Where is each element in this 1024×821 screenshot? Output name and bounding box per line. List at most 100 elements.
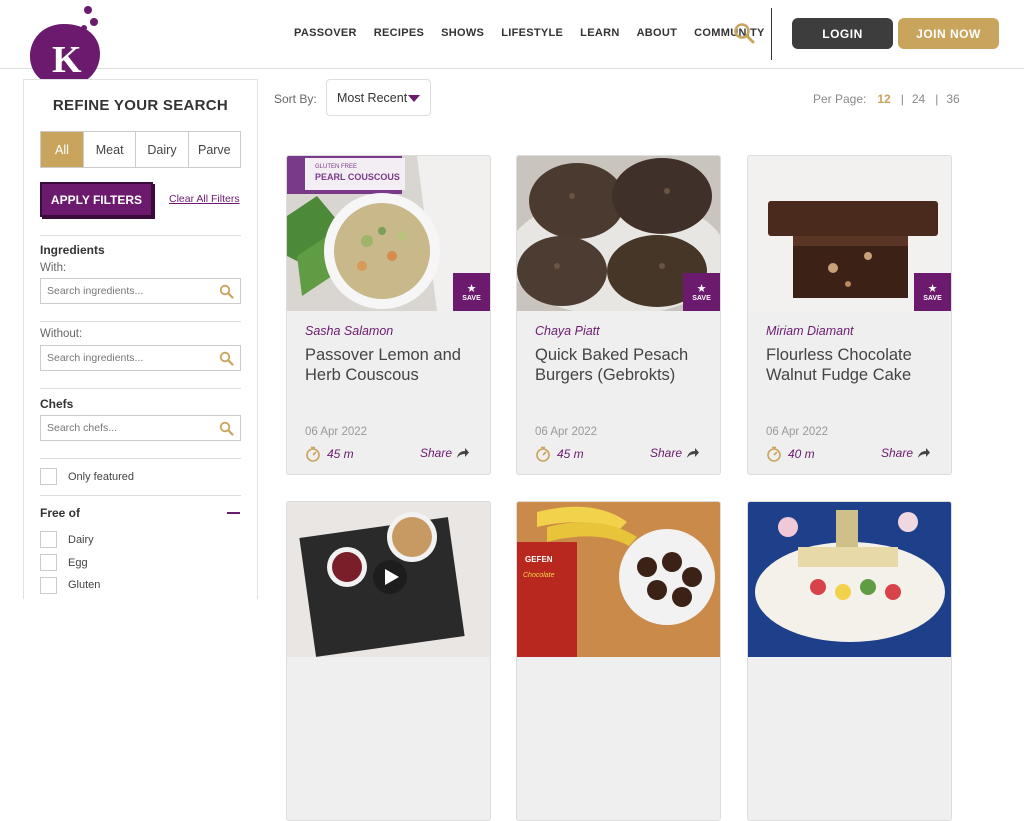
- recipe-title[interactable]: Passover Lemon and Herb Couscous: [305, 345, 485, 385]
- free-of-gluten-label: Gluten: [68, 579, 101, 591]
- with-placeholder: Search ingredients...: [47, 285, 144, 297]
- share-button[interactable]: Share: [881, 446, 931, 460]
- logo-letter: K: [52, 39, 82, 81]
- divider: [40, 458, 241, 459]
- login-button[interactable]: LOGIN: [792, 18, 893, 49]
- collapse-icon[interactable]: [227, 512, 240, 514]
- nav-about[interactable]: ABOUT: [637, 27, 678, 39]
- search-icon[interactable]: [219, 351, 234, 366]
- chefs-input[interactable]: Search chefs...: [40, 415, 241, 441]
- recipe-image-salad-platter[interactable]: [748, 502, 952, 657]
- chevron-down-icon: [408, 95, 420, 102]
- without-label: Without:: [40, 328, 83, 340]
- sort-select[interactable]: Most Recent: [326, 79, 431, 116]
- package-text: PEARL COUSCOUS: [315, 172, 400, 182]
- save-label: SAVE: [923, 294, 942, 302]
- main-nav: PASSOVER RECIPES SHOWS LIFESTYLE LEARN A…: [294, 27, 782, 39]
- header-divider: [771, 8, 772, 60]
- segment-dairy[interactable]: Dairy: [135, 132, 187, 167]
- per-page-24[interactable]: 24: [912, 92, 925, 106]
- share-arrow-icon: [687, 448, 699, 458]
- share-button[interactable]: Share: [420, 446, 470, 460]
- with-ingredients-input[interactable]: Search ingredients...: [40, 278, 241, 304]
- recipe-card[interactable]: ★ SAVE Miriam Diamant Flourless Chocolate…: [747, 155, 952, 475]
- recipe-date: 06 Apr 2022: [305, 426, 368, 438]
- share-label: Share: [419, 446, 452, 460]
- recipe-card[interactable]: ★ SAVE Chaya Piatt Quick Baked Pesach Bur…: [516, 155, 721, 475]
- chefs-placeholder: Search chefs...: [47, 422, 118, 434]
- divider: [40, 321, 241, 322]
- per-page-12[interactable]: 12: [877, 92, 890, 106]
- share-arrow-icon: [457, 448, 469, 458]
- featured-checkbox[interactable]: [40, 468, 57, 485]
- timer-icon: [536, 446, 550, 462]
- free-of-dairy-label: Dairy: [68, 534, 94, 546]
- cook-time-value: 45 m: [327, 447, 354, 461]
- site-header: K PASSOVER RECIPES SHOWS LIFESTYLE LEARN…: [0, 0, 1024, 92]
- divider: [40, 235, 241, 236]
- recipe-card[interactable]: [747, 501, 952, 821]
- package-text: GLUTEN FREE: [315, 164, 357, 170]
- nav-lifestyle[interactable]: LIFESTYLE: [501, 27, 563, 39]
- save-label: SAVE: [462, 294, 481, 302]
- share-button[interactable]: Share: [650, 446, 700, 460]
- recipe-card[interactable]: GEFEN Chocolate: [516, 501, 721, 821]
- without-ingredients-input[interactable]: Search ingredients...: [40, 345, 241, 371]
- search-icon[interactable]: [219, 284, 234, 299]
- sidebar-title: REFINE YOUR SEARCH: [52, 97, 229, 114]
- recipe-card[interactable]: GLUTEN FREE PEARL COUSCOUS ★ SAVE Sasha S…: [286, 155, 491, 475]
- timer-icon: [306, 446, 320, 462]
- package-text: Chocolate: [523, 572, 555, 579]
- sort-value: Most Recent: [337, 90, 408, 105]
- save-button[interactable]: ★ SAVE: [683, 273, 720, 311]
- share-label: Share: [649, 446, 682, 460]
- star-icon: ★: [466, 282, 477, 295]
- per-page-36[interactable]: 36: [946, 92, 959, 106]
- chef-name[interactable]: Sasha Salamon: [305, 324, 393, 338]
- star-icon: ★: [696, 282, 707, 295]
- divider: [40, 495, 241, 496]
- chef-name[interactable]: Miriam Diamant: [766, 324, 854, 338]
- share-label: Share: [880, 446, 913, 460]
- featured-label: Only featured: [68, 471, 135, 483]
- cook-time-value: 45 m: [557, 447, 584, 461]
- recipe-image-nuts-board[interactable]: [287, 502, 491, 657]
- search-icon[interactable]: [219, 421, 234, 436]
- save-label: SAVE: [692, 294, 711, 302]
- per-page-control: Per Page: 12 | 24 | 36: [813, 92, 960, 106]
- sort-by-label: Sort By:: [274, 92, 317, 106]
- segment-meat[interactable]: Meat: [83, 132, 135, 167]
- recipe-title[interactable]: Quick Baked Pesach Burgers (Gebrokts): [535, 345, 715, 385]
- with-label: With:: [40, 262, 67, 274]
- nav-learn[interactable]: LEARN: [580, 27, 619, 39]
- nav-shows[interactable]: SHOWS: [441, 27, 484, 39]
- save-button[interactable]: ★ SAVE: [453, 273, 490, 311]
- recipe-card[interactable]: [286, 501, 491, 821]
- chefs-heading: Chefs: [40, 397, 74, 411]
- free-of-gluten-checkbox[interactable]: [40, 577, 57, 594]
- chef-name[interactable]: Chaya Piatt: [535, 324, 600, 338]
- divider: [40, 388, 241, 389]
- share-arrow-icon: [918, 448, 930, 458]
- filter-sidebar: REFINE YOUR SEARCH All Meat Dairy Parve …: [23, 79, 258, 599]
- join-now-button[interactable]: JOIN NOW: [898, 18, 999, 49]
- recipe-title[interactable]: Flourless Chocolate Walnut Fudge Cake: [766, 345, 946, 385]
- recipe-date: 06 Apr 2022: [535, 426, 598, 438]
- without-placeholder: Search ingredients...: [47, 352, 144, 364]
- search-icon[interactable]: [733, 22, 755, 44]
- nav-recipes[interactable]: RECIPES: [374, 27, 424, 39]
- segment-parve[interactable]: Parve: [187, 132, 240, 167]
- recipe-image-chocolate-balls[interactable]: GEFEN Chocolate: [517, 502, 721, 657]
- apply-filters-button[interactable]: APPLY FILTERS: [40, 182, 153, 217]
- free-of-dairy-checkbox[interactable]: [40, 531, 57, 548]
- save-button[interactable]: ★ SAVE: [914, 273, 951, 311]
- clear-filters-link[interactable]: Clear All Filters: [169, 193, 240, 205]
- cook-time: 45 m: [305, 446, 354, 462]
- package-text: GEFEN: [525, 555, 553, 564]
- cook-time: 40 m: [766, 446, 815, 462]
- segment-all[interactable]: All: [41, 132, 83, 167]
- kosher-type-segment: All Meat Dairy Parve: [40, 131, 241, 168]
- free-of-egg-label: Egg: [68, 557, 88, 569]
- free-of-egg-checkbox[interactable]: [40, 554, 57, 571]
- nav-passover[interactable]: PASSOVER: [294, 27, 357, 39]
